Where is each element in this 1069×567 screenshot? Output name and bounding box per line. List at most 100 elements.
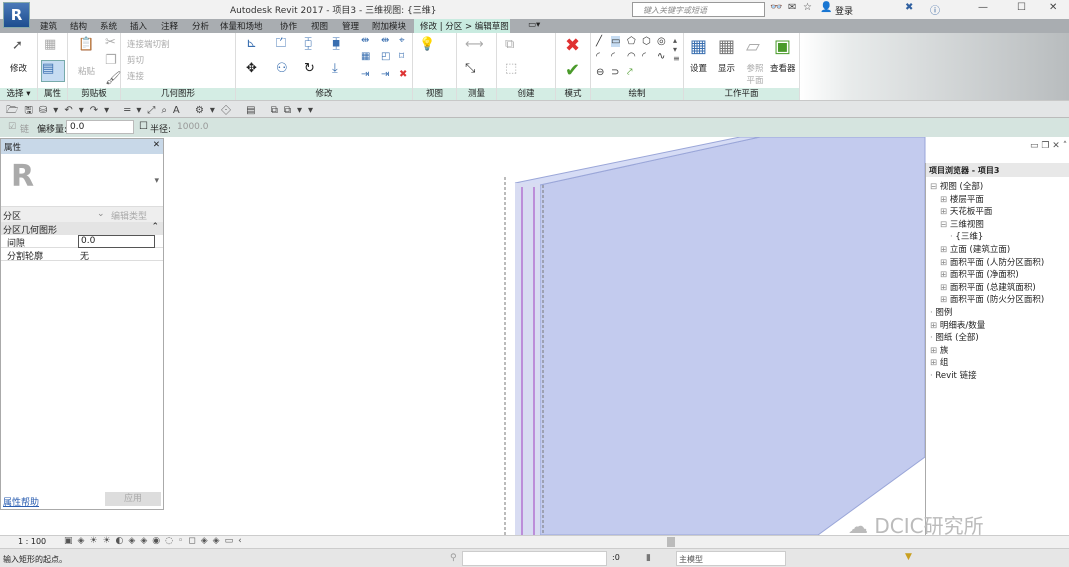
property-value[interactable]: 无 — [80, 249, 89, 262]
tab-collaborate[interactable]: 协作 — [280, 20, 297, 32]
radius-checkbox[interactable]: ☐ — [139, 121, 148, 132]
tab-systems[interactable]: 系统 — [100, 20, 117, 32]
browser-item[interactable]: ⊟ 视图 (全部) — [930, 180, 983, 192]
minimize-button[interactable]: — — [978, 2, 988, 13]
browser-item[interactable]: ⊞ 面积平面 (防火分区面积) — [940, 293, 1044, 305]
array-icon[interactable]: ▦ — [361, 51, 370, 62]
tab-architecture[interactable]: 建筑 — [40, 20, 57, 32]
expand-toggle-icon[interactable]: ⊞ — [940, 283, 950, 293]
viewer-icon[interactable]: ▣ — [774, 36, 791, 57]
tab-view[interactable]: 视图 — [311, 20, 328, 32]
browser-item[interactable]: ⊞ 楼层平面 — [940, 193, 984, 205]
expand-toggle-icon[interactable]: ⊞ — [940, 195, 950, 205]
offset-input[interactable]: 0.0 — [66, 120, 134, 134]
tangent-arc-icon[interactable]: ◠ — [627, 51, 636, 62]
user-icon[interactable]: 👤 — [820, 2, 832, 13]
properties-toggle-icon[interactable]: ▤ — [41, 60, 65, 82]
browser-item[interactable]: · Revit 链接 — [930, 369, 977, 381]
instance-filter[interactable]: 分区 ⌄ 编辑类型 — [1, 206, 163, 222]
expand-toggle-icon[interactable]: ⊞ — [930, 321, 940, 331]
center-arc-icon[interactable]: ◜ — [611, 51, 615, 62]
star-icon[interactable]: ☆ — [803, 2, 812, 13]
login-button[interactable]: 登录 — [835, 4, 853, 17]
match-properties-icon[interactable]: 🖌 — [105, 71, 122, 86]
browser-item[interactable]: ⊞ 明细表/数量 — [930, 319, 985, 331]
chevron-down-icon[interactable]: ▾ — [154, 176, 159, 186]
expand-toggle-icon[interactable]: ⊞ — [930, 346, 940, 356]
design-option-select[interactable]: 主模型 — [676, 551, 786, 566]
browser-item[interactable]: ⊞ 组 — [930, 356, 948, 368]
group-header[interactable]: 分区几何图形 ⌃ — [1, 222, 163, 236]
browser-item[interactable]: ⊞ 天花板平面 — [940, 205, 992, 217]
workset-select[interactable] — [462, 551, 607, 566]
subscription-icon[interactable]: ✉ — [788, 2, 796, 13]
tab-addins[interactable]: 附加模块 — [372, 20, 406, 32]
align-icon[interactable]: ⊾ — [246, 36, 257, 51]
view-control-icons[interactable]: ▣◈☀☀◐◈◈◉◌◦◻◈◈▭‹ — [64, 536, 247, 546]
expand-toggle-icon[interactable]: ⊞ — [940, 207, 950, 217]
property-value-input[interactable]: 0.0 — [78, 235, 155, 248]
type-selector[interactable]: R ▾ — [1, 154, 163, 206]
rotate-icon[interactable]: ↻ — [304, 61, 315, 76]
split-icon[interactable]: ⇹ — [361, 35, 369, 46]
search-input[interactable]: 键入关键字或短语 — [632, 2, 765, 17]
browser-item[interactable]: ⊞ 面积平面 (总建筑面积) — [940, 281, 1036, 293]
application-menu-button[interactable]: R — [3, 2, 30, 28]
browser-item[interactable]: · 图例 — [930, 306, 952, 318]
cancel-edit-icon[interactable]: ✖ — [565, 35, 580, 56]
finish-edit-icon[interactable]: ✔ — [565, 60, 580, 81]
chevron-down-icon[interactable]: ⌄ — [97, 209, 105, 219]
expand-toggle-icon[interactable]: ⊞ — [930, 358, 940, 368]
scale-icon[interactable]: ◰ — [381, 51, 390, 62]
modify-button[interactable]: 修改 — [10, 62, 27, 74]
tab-insert[interactable]: 插入 — [130, 20, 147, 32]
close-button[interactable]: ✕ — [1049, 2, 1057, 13]
tab-manage[interactable]: 管理 — [342, 20, 359, 32]
expand-toggle-icon[interactable]: ⊞ — [940, 245, 950, 255]
expand-toggle-icon[interactable]: ⊞ — [940, 270, 950, 280]
expand-toggle-icon[interactable]: ⊞ — [940, 258, 950, 268]
copy-icon[interactable]: ⚇ — [276, 61, 288, 76]
ellipse-icon[interactable]: ⊖ — [596, 67, 604, 78]
chain-checkbox[interactable]: ☑ — [8, 122, 16, 132]
delete-icon[interactable]: ✖ — [399, 69, 407, 80]
panel-toggle-icon[interactable]: ▭▾ — [528, 20, 540, 30]
close-icon[interactable]: ✕ — [153, 140, 160, 150]
tab-massing[interactable]: 体量和场地 — [220, 20, 263, 32]
rectangle-icon[interactable]: ▭ — [611, 36, 621, 47]
dimension-icon[interactable]: ⤡ — [465, 61, 475, 76]
view-window-controls[interactable]: ▭ ❐ ✕ ˄ — [1030, 141, 1067, 151]
maximize-button[interactable]: ☐ — [1017, 2, 1026, 13]
partial-ellipse-icon[interactable]: ⊃ — [611, 67, 619, 78]
split-gap-icon[interactable]: ⇹ — [381, 35, 389, 46]
filter-icon[interactable]: ▼ — [905, 552, 912, 562]
mirror-draw-icon[interactable]: ⧯ — [332, 36, 340, 51]
circle-icon[interactable]: ◎ — [657, 36, 666, 47]
paste-button[interactable]: 粘贴 — [78, 65, 95, 77]
browser-item[interactable]: ⊞ 面积平面 (人防分区面积) — [940, 256, 1044, 268]
browser-item[interactable]: ⊟ 三维视图 — [940, 218, 984, 230]
mirror-axis-icon[interactable]: ⧮ — [304, 36, 312, 51]
measure-icon[interactable]: ⟷ — [465, 37, 484, 52]
show-button[interactable]: 显示 — [718, 62, 735, 74]
gallery-scroll-icon[interactable]: ▴ ▾ ≡ — [673, 36, 680, 63]
tab-analyze[interactable]: 分析 — [192, 20, 209, 32]
extend-icon[interactable]: ⇥ — [381, 69, 389, 80]
tab-structure[interactable]: 结构 — [70, 20, 87, 32]
properties-help-link[interactable]: 属性帮助 — [3, 495, 39, 508]
pin-icon[interactable]: ⌑ — [399, 51, 404, 62]
browser-item[interactable]: ⊞ 族 — [930, 344, 948, 356]
scrollbar-thumb[interactable] — [667, 537, 675, 547]
panel-label[interactable]: 选择 ▾ — [0, 88, 37, 100]
browser-item[interactable]: ⊞ 面积平面 (净面积) — [940, 268, 1019, 280]
move-icon[interactable]: ✥ — [246, 61, 257, 76]
pick-lines-icon[interactable]: ⤤ — [627, 67, 633, 78]
trim-extend-icon[interactable]: ⇥ — [361, 69, 369, 80]
help-icon[interactable]: ⓘ — [930, 2, 940, 17]
circumscribed-polygon-icon[interactable]: ⬡ — [642, 36, 651, 47]
collapse-icon[interactable]: ⌃ — [151, 222, 159, 232]
arc-icon[interactable]: ◜ — [596, 51, 600, 62]
tab-annotate[interactable]: 注释 — [161, 20, 178, 32]
set-button[interactable]: 设置 — [690, 62, 707, 74]
tab-modify-edit-sketch[interactable]: 修改 | 分区 > 编辑草图 — [414, 19, 510, 33]
